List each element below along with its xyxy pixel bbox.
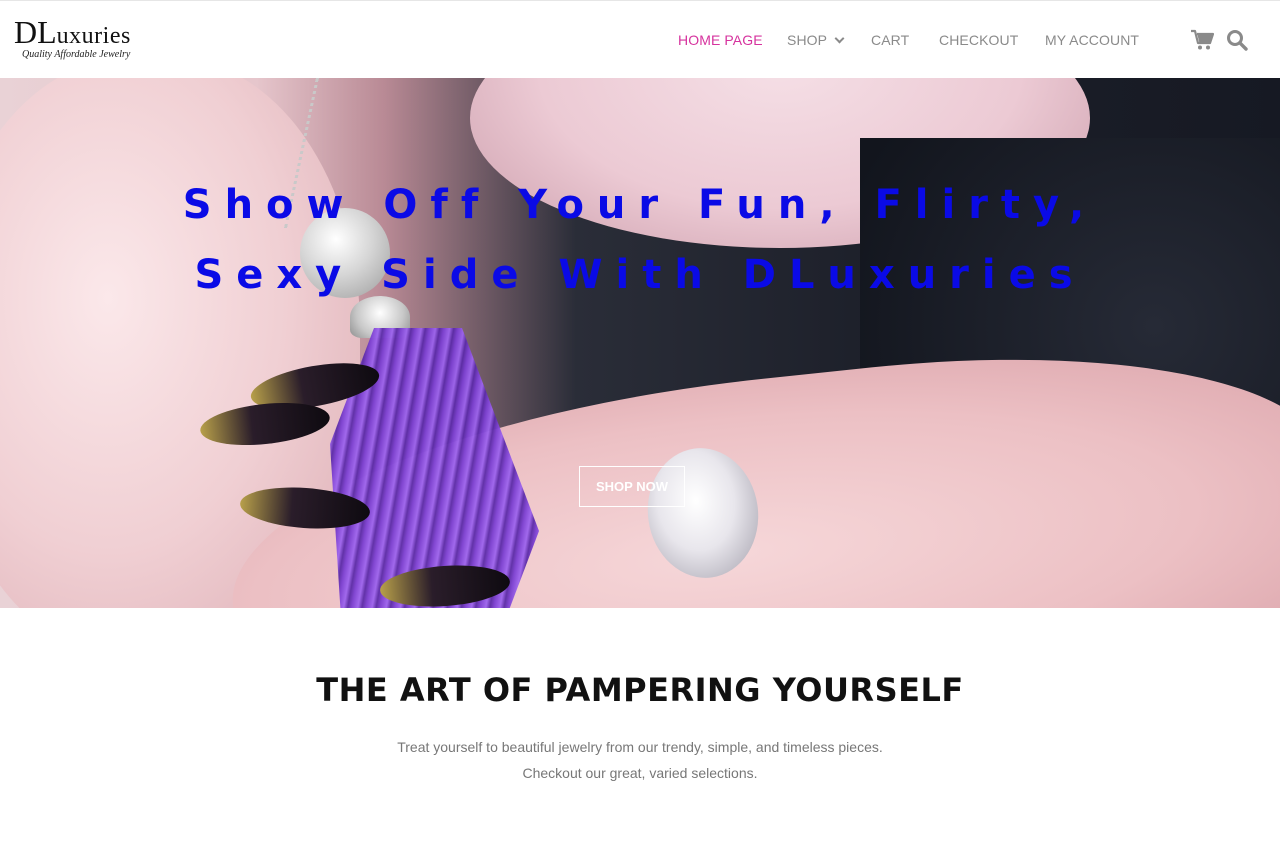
cart-icon[interactable] <box>1190 29 1215 51</box>
nav-item-cart[interactable]: CART <box>871 32 909 48</box>
hero-title-line-1: Show Off Your Fun, Flirty, <box>182 182 1098 228</box>
section-description-line-2: Checkout our great, varied selections. <box>522 765 758 781</box>
nav-item-shop[interactable]: SHOP <box>787 32 845 48</box>
site-header: DLuxuries Quality Affordable Jewelry HOM… <box>0 0 1280 78</box>
nav-item-checkout[interactable]: CHECKOUT <box>939 32 1018 48</box>
chevron-down-icon <box>834 33 845 44</box>
search-icon[interactable] <box>1226 29 1250 51</box>
nav-item-home-page[interactable]: HOME PAGE <box>678 32 763 48</box>
nav-item-shop-label: SHOP <box>787 32 828 48</box>
section-description-line-1: Treat yourself to beautiful jewelry from… <box>397 739 883 755</box>
nav-item-my-account[interactable]: MY ACCOUNT <box>1045 32 1139 48</box>
hero-title: Show Off Your Fun, Flirty, Sexy Side Wit… <box>0 170 1280 310</box>
hero-title-line-2: Sexy Side With DLuxuries <box>194 252 1086 298</box>
shop-now-button[interactable]: SHOP NOW <box>579 466 685 507</box>
main-nav: HOME PAGE SHOP CART CHECKOUT MY ACCOUNT <box>0 1 1280 79</box>
hero-banner: Show Off Your Fun, Flirty, Sexy Side Wit… <box>0 78 1280 608</box>
section-description: Treat yourself to beautiful jewelry from… <box>0 734 1280 786</box>
section-heading: THE ART OF PAMPERING YOURSELF <box>316 671 964 709</box>
